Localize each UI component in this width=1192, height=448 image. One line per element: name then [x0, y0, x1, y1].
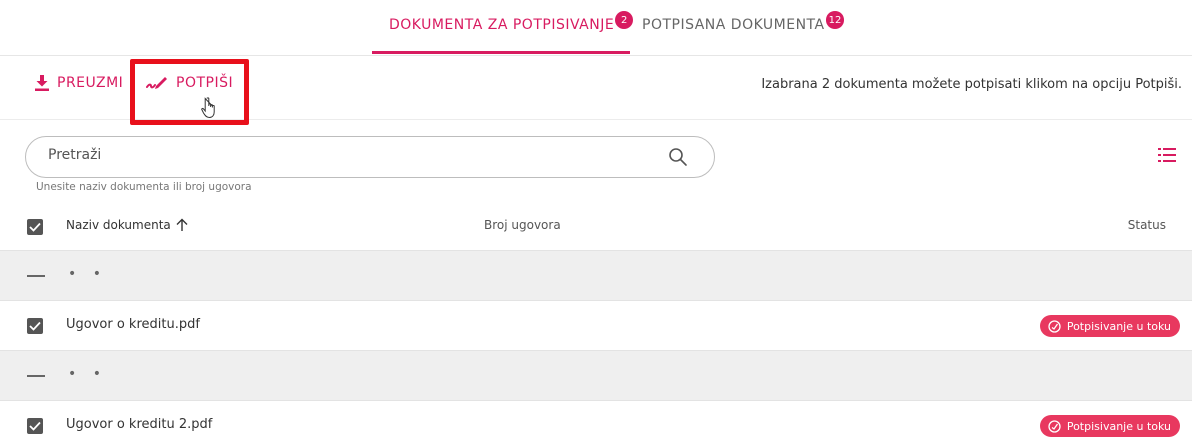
select-all-checkbox[interactable]	[27, 219, 43, 235]
checkmark-icon	[29, 421, 41, 431]
group-header-row[interactable]: • •	[0, 350, 1192, 400]
active-tab-indicator	[372, 51, 630, 54]
download-label: PREUZMI	[57, 75, 124, 91]
tab-label: DOKUMENTA ZA POTPISIVANJE	[389, 17, 615, 33]
tab-bar: DOKUMENTA ZA POTPISIVANJE 2 POTPISANA DO…	[0, 0, 1192, 56]
status-label: Potpisivanje u toku	[1066, 319, 1171, 333]
table-row[interactable]: Ugovor o kreditu 2.pdf Potpisivanje u to…	[0, 400, 1192, 448]
search-hint: Unesite naziv dokumenta ili broj ugovora	[36, 181, 252, 193]
group-header-row[interactable]: • •	[0, 250, 1192, 300]
hand-pointer-icon	[201, 97, 215, 119]
checkmark-icon	[29, 222, 41, 232]
search-box	[25, 136, 715, 178]
search-input[interactable]	[48, 147, 608, 163]
in-progress-icon	[1048, 319, 1061, 333]
column-header-name-label: Naziv dokumenta	[66, 218, 171, 232]
document-name: Ugovor o kreditu.pdf	[66, 317, 200, 332]
count-badge: 2	[615, 11, 634, 29]
in-progress-icon	[1048, 419, 1061, 433]
collapse-icon[interactable]	[27, 275, 45, 277]
count-badge: 12	[825, 11, 845, 29]
search-icon[interactable]	[668, 147, 688, 167]
row-checkbox[interactable]	[27, 418, 43, 434]
status-badge: Potpisivanje u toku	[1039, 415, 1180, 437]
document-name: Ugovor o kreditu 2.pdf	[66, 417, 213, 432]
list-view-icon[interactable]	[1158, 147, 1176, 163]
collapse-icon[interactable]	[27, 375, 45, 377]
download-icon	[35, 75, 49, 91]
download-button[interactable]: PREUZMI	[35, 75, 123, 91]
status-badge: Potpisivanje u toku	[1039, 315, 1180, 337]
tab-label: POTPISANA DOKUMENTA	[642, 17, 825, 33]
row-checkbox[interactable]	[27, 318, 43, 334]
status-label: Potpisivanje u toku	[1066, 419, 1171, 433]
table-row[interactable]: Ugovor o kreditu.pdf Potpisivanje u toku	[0, 300, 1192, 350]
checkmark-icon	[29, 321, 41, 331]
tab-documents-to-sign[interactable]: DOKUMENTA ZA POTPISIVANJE 2	[389, 11, 634, 34]
column-header-name[interactable]: Naziv dokumenta	[66, 218, 189, 232]
selection-info-text: Izabrana 2 dokumenta možete potpisati kl…	[761, 77, 1182, 92]
sort-arrow-up-icon	[176, 218, 188, 231]
group-placeholder-text: • •	[68, 266, 107, 282]
tab-signed-documents[interactable]: POTPISANA DOKUMENTA 12	[642, 11, 845, 34]
column-header-status: Status	[1127, 218, 1166, 232]
sign-button-highlight	[130, 59, 249, 125]
group-placeholder-text: • •	[68, 366, 107, 382]
column-header-contract-number: Broj ugovora	[484, 218, 561, 232]
